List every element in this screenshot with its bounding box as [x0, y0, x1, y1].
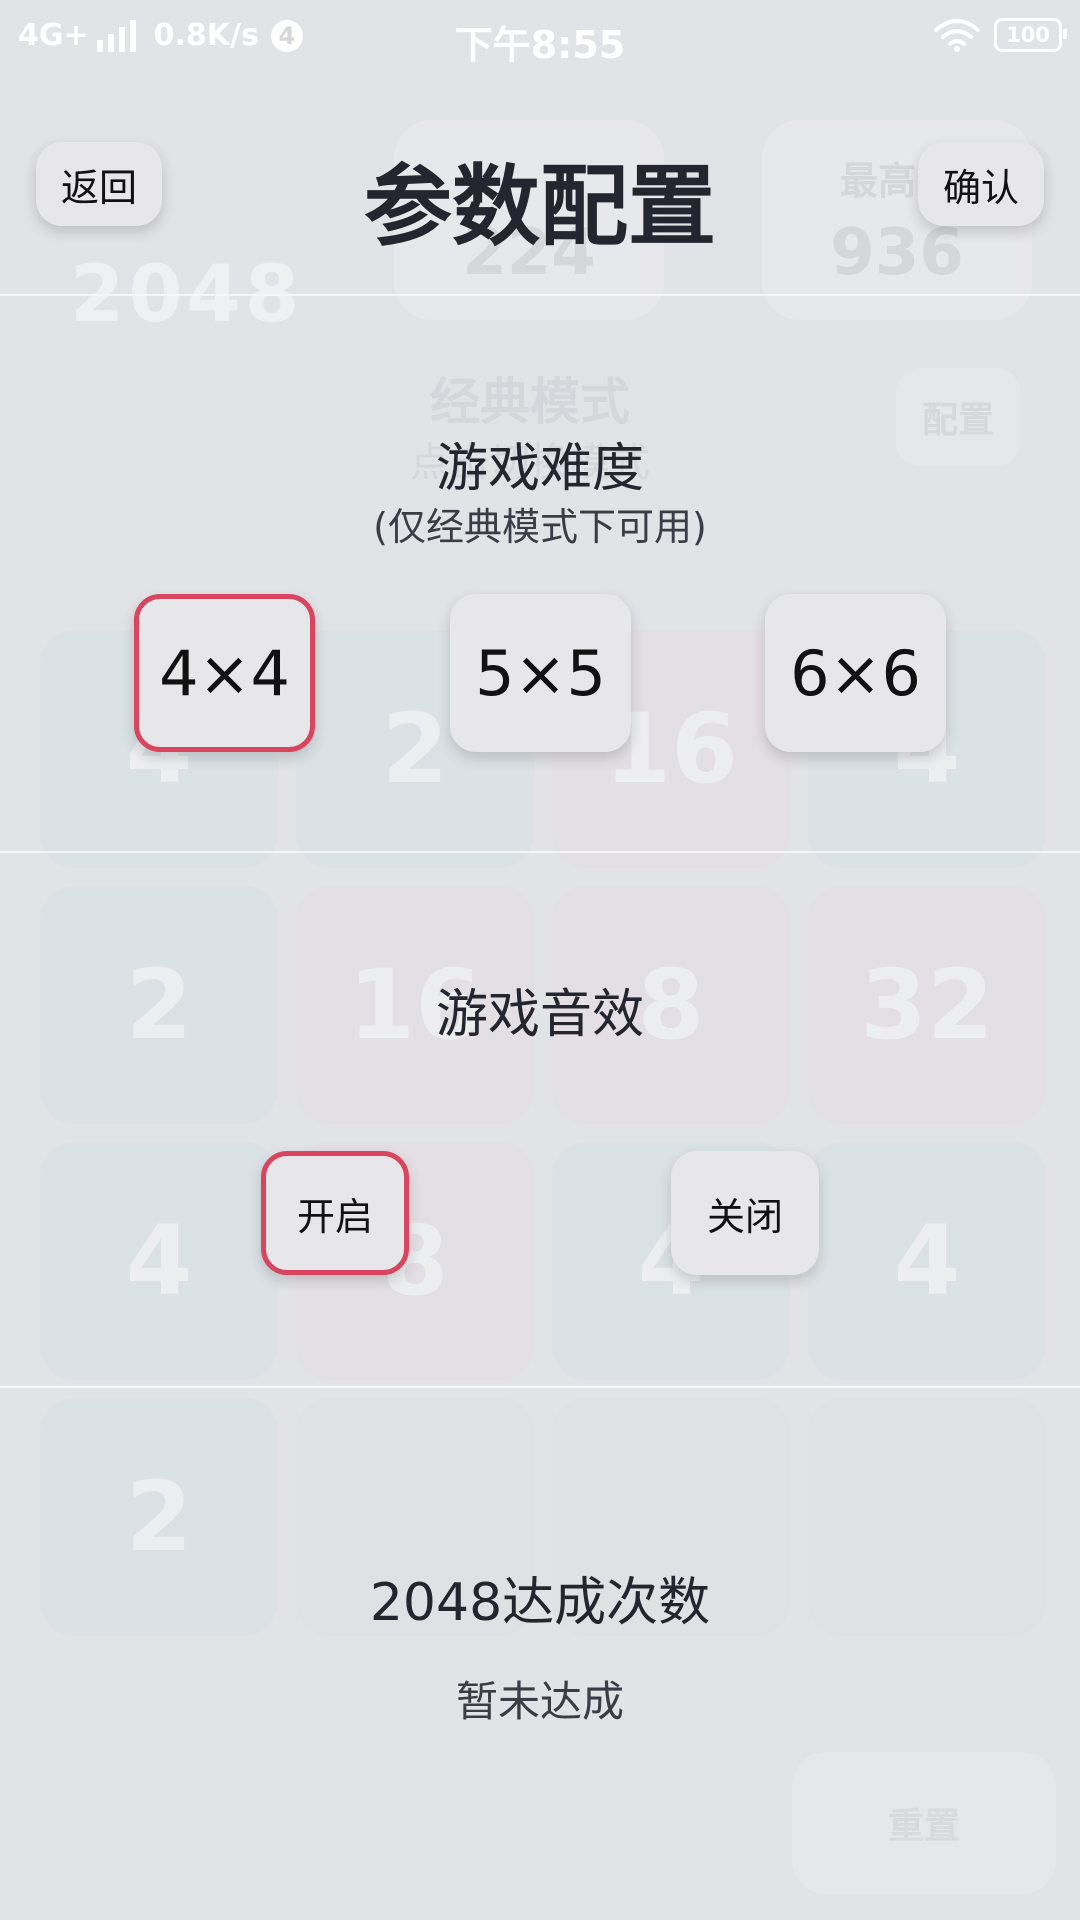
- sound-off-button[interactable]: 关闭: [671, 1151, 819, 1275]
- achievement-value: 暂未达成: [455, 1677, 624, 1726]
- divider: [0, 851, 1080, 853]
- difficulty-4x4-button[interactable]: 4×4: [134, 594, 315, 752]
- board-tile: 4: [808, 1142, 1046, 1380]
- confirm-button[interactable]: 确认: [918, 142, 1044, 226]
- reset-button: 重置: [792, 1752, 1056, 1894]
- difficulty-6x6-button[interactable]: 6×6: [765, 594, 946, 752]
- wifi-icon: [934, 19, 980, 52]
- divider: [0, 294, 1080, 296]
- board-tile: 4: [40, 1142, 278, 1380]
- achievement-title: 2048达成次数: [369, 1573, 711, 1633]
- clock: 下午8:55: [454, 23, 626, 67]
- divider: [0, 1386, 1080, 1388]
- status-bar: 4G+ 0.8K/s 4 下午8:55 100: [0, 0, 1080, 76]
- battery-icon: 100: [994, 18, 1067, 52]
- difficulty-5x5-button[interactable]: 5×5: [450, 594, 631, 752]
- sound-title: 游戏音效: [435, 985, 644, 1045]
- difficulty-title: 游戏难度: [435, 439, 644, 499]
- sound-on-button[interactable]: 开启: [261, 1151, 409, 1275]
- difficulty-subtitle: (仅经典模式下可用): [373, 505, 707, 549]
